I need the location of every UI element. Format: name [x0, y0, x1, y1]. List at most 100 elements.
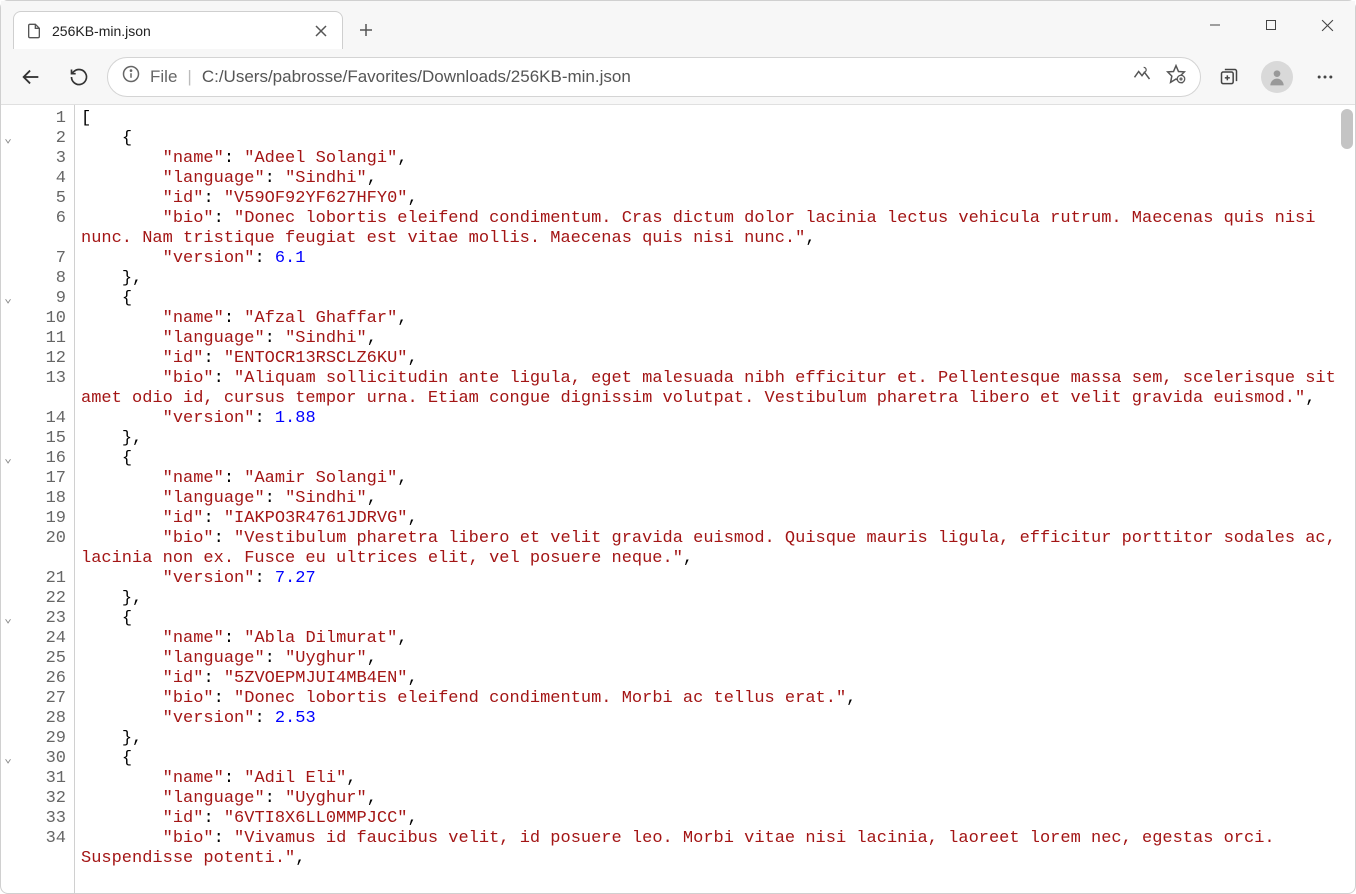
avatar-icon [1261, 61, 1293, 93]
line-number: 7 [15, 249, 66, 269]
fold-toggle[interactable] [1, 209, 15, 249]
code-line: { [81, 449, 1355, 469]
fold-toggle[interactable] [1, 409, 15, 429]
code-line: "language": "Sindhi", [81, 329, 1355, 349]
fold-toggle[interactable] [1, 249, 15, 269]
fold-toggle[interactable] [1, 689, 15, 709]
favorite-icon[interactable] [1166, 64, 1186, 89]
code-line: "name": "Abla Dilmurat", [81, 629, 1355, 649]
read-aloud-icon[interactable] [1132, 64, 1152, 89]
code-line: "version": 2.53 [81, 709, 1355, 729]
fold-toggle[interactable] [1, 329, 15, 349]
line-number: 33 [15, 809, 66, 829]
fold-toggle[interactable] [1, 649, 15, 669]
file-icon [26, 23, 42, 39]
line-number: 34 [15, 829, 66, 869]
line-number: 27 [15, 689, 66, 709]
line-number: 4 [15, 169, 66, 189]
fold-toggle[interactable] [1, 369, 15, 409]
fold-toggle[interactable] [1, 829, 15, 869]
fold-toggle[interactable] [1, 349, 15, 369]
fold-toggle[interactable] [1, 669, 15, 689]
code-line: "name": "Adeel Solangi", [81, 149, 1355, 169]
line-number: 20 [15, 529, 66, 569]
fold-toggle[interactable]: ⌄ [1, 749, 15, 769]
fold-toggle[interactable] [1, 809, 15, 829]
code-line: { [81, 289, 1355, 309]
code-line: "id": "IAKPO3R4761JDRVG", [81, 509, 1355, 529]
line-number: 12 [15, 349, 66, 369]
more-menu-button[interactable] [1305, 57, 1345, 97]
code-line: "language": "Sindhi", [81, 489, 1355, 509]
fold-toggle[interactable] [1, 769, 15, 789]
fold-toggle[interactable] [1, 189, 15, 209]
line-number: 11 [15, 329, 66, 349]
fold-toggle[interactable] [1, 569, 15, 589]
line-number-gutter: 1234567891011121314151617181920212223242… [15, 105, 75, 893]
fold-toggle[interactable] [1, 529, 15, 569]
fold-toggle[interactable]: ⌄ [1, 129, 15, 149]
line-number: 2 [15, 129, 66, 149]
fold-toggle[interactable]: ⌄ [1, 289, 15, 309]
line-number: 22 [15, 589, 66, 609]
info-icon[interactable] [122, 65, 140, 88]
code-line: "language": "Uyghur", [81, 789, 1355, 809]
fold-toggle[interactable] [1, 709, 15, 729]
fold-toggle[interactable] [1, 589, 15, 609]
new-tab-button[interactable] [349, 13, 383, 47]
code-line: }, [81, 269, 1355, 289]
browser-tab[interactable]: 256KB-min.json [13, 11, 343, 49]
url-text: C:/Users/pabrosse/Favorites/Downloads/25… [202, 67, 1122, 87]
fold-toggle[interactable] [1, 309, 15, 329]
maximize-button[interactable] [1243, 5, 1299, 45]
fold-toggle[interactable] [1, 729, 15, 749]
profile-avatar[interactable] [1257, 57, 1297, 97]
fold-toggle[interactable] [1, 169, 15, 189]
minimize-button[interactable] [1187, 5, 1243, 45]
fold-toggle[interactable] [1, 269, 15, 289]
fold-toggle[interactable]: ⌄ [1, 609, 15, 629]
close-window-button[interactable] [1299, 5, 1355, 45]
code-line: "language": "Uyghur", [81, 649, 1355, 669]
line-number: 14 [15, 409, 66, 429]
fold-toggle[interactable] [1, 109, 15, 129]
code-line: "name": "Aamir Solangi", [81, 469, 1355, 489]
vertical-scrollbar-thumb[interactable] [1341, 109, 1353, 149]
address-bar[interactable]: File | C:/Users/pabrosse/Favorites/Downl… [107, 57, 1201, 97]
code-line: "name": "Adil Eli", [81, 769, 1355, 789]
fold-toggle[interactable] [1, 469, 15, 489]
refresh-button[interactable] [59, 57, 99, 97]
back-button[interactable] [11, 57, 51, 97]
code-line: "version": 6.1 [81, 249, 1355, 269]
line-number: 17 [15, 469, 66, 489]
code-line: { [81, 609, 1355, 629]
collections-icon[interactable] [1209, 57, 1249, 97]
fold-toggle[interactable] [1, 629, 15, 649]
fold-toggle[interactable] [1, 509, 15, 529]
line-number: 3 [15, 149, 66, 169]
line-number: 15 [15, 429, 66, 449]
fold-toggle[interactable] [1, 789, 15, 809]
url-scheme-label: File [150, 67, 177, 87]
tab-close-button[interactable] [312, 22, 330, 40]
url-divider: | [187, 67, 191, 87]
line-number: 6 [15, 209, 66, 249]
line-number: 18 [15, 489, 66, 509]
line-number: 19 [15, 509, 66, 529]
line-number: 8 [15, 269, 66, 289]
fold-toggle[interactable] [1, 429, 15, 449]
tab-title: 256KB-min.json [52, 23, 302, 39]
line-number: 24 [15, 629, 66, 649]
line-number: 13 [15, 369, 66, 409]
fold-toggle[interactable] [1, 489, 15, 509]
line-number: 16 [15, 449, 66, 469]
fold-gutter[interactable]: ⌄ ⌄ ⌄ ⌄ ⌄ [1, 105, 15, 893]
code-content[interactable]: [ { "name": "Adeel Solangi", "language":… [75, 105, 1355, 893]
line-number: 1 [15, 109, 66, 129]
code-line: "id": "5ZVOEPMJUI4MB4EN", [81, 669, 1355, 689]
fold-toggle[interactable] [1, 149, 15, 169]
code-line: "version": 7.27 [81, 569, 1355, 589]
fold-toggle[interactable]: ⌄ [1, 449, 15, 469]
line-number: 5 [15, 189, 66, 209]
code-line: "version": 1.88 [81, 409, 1355, 429]
